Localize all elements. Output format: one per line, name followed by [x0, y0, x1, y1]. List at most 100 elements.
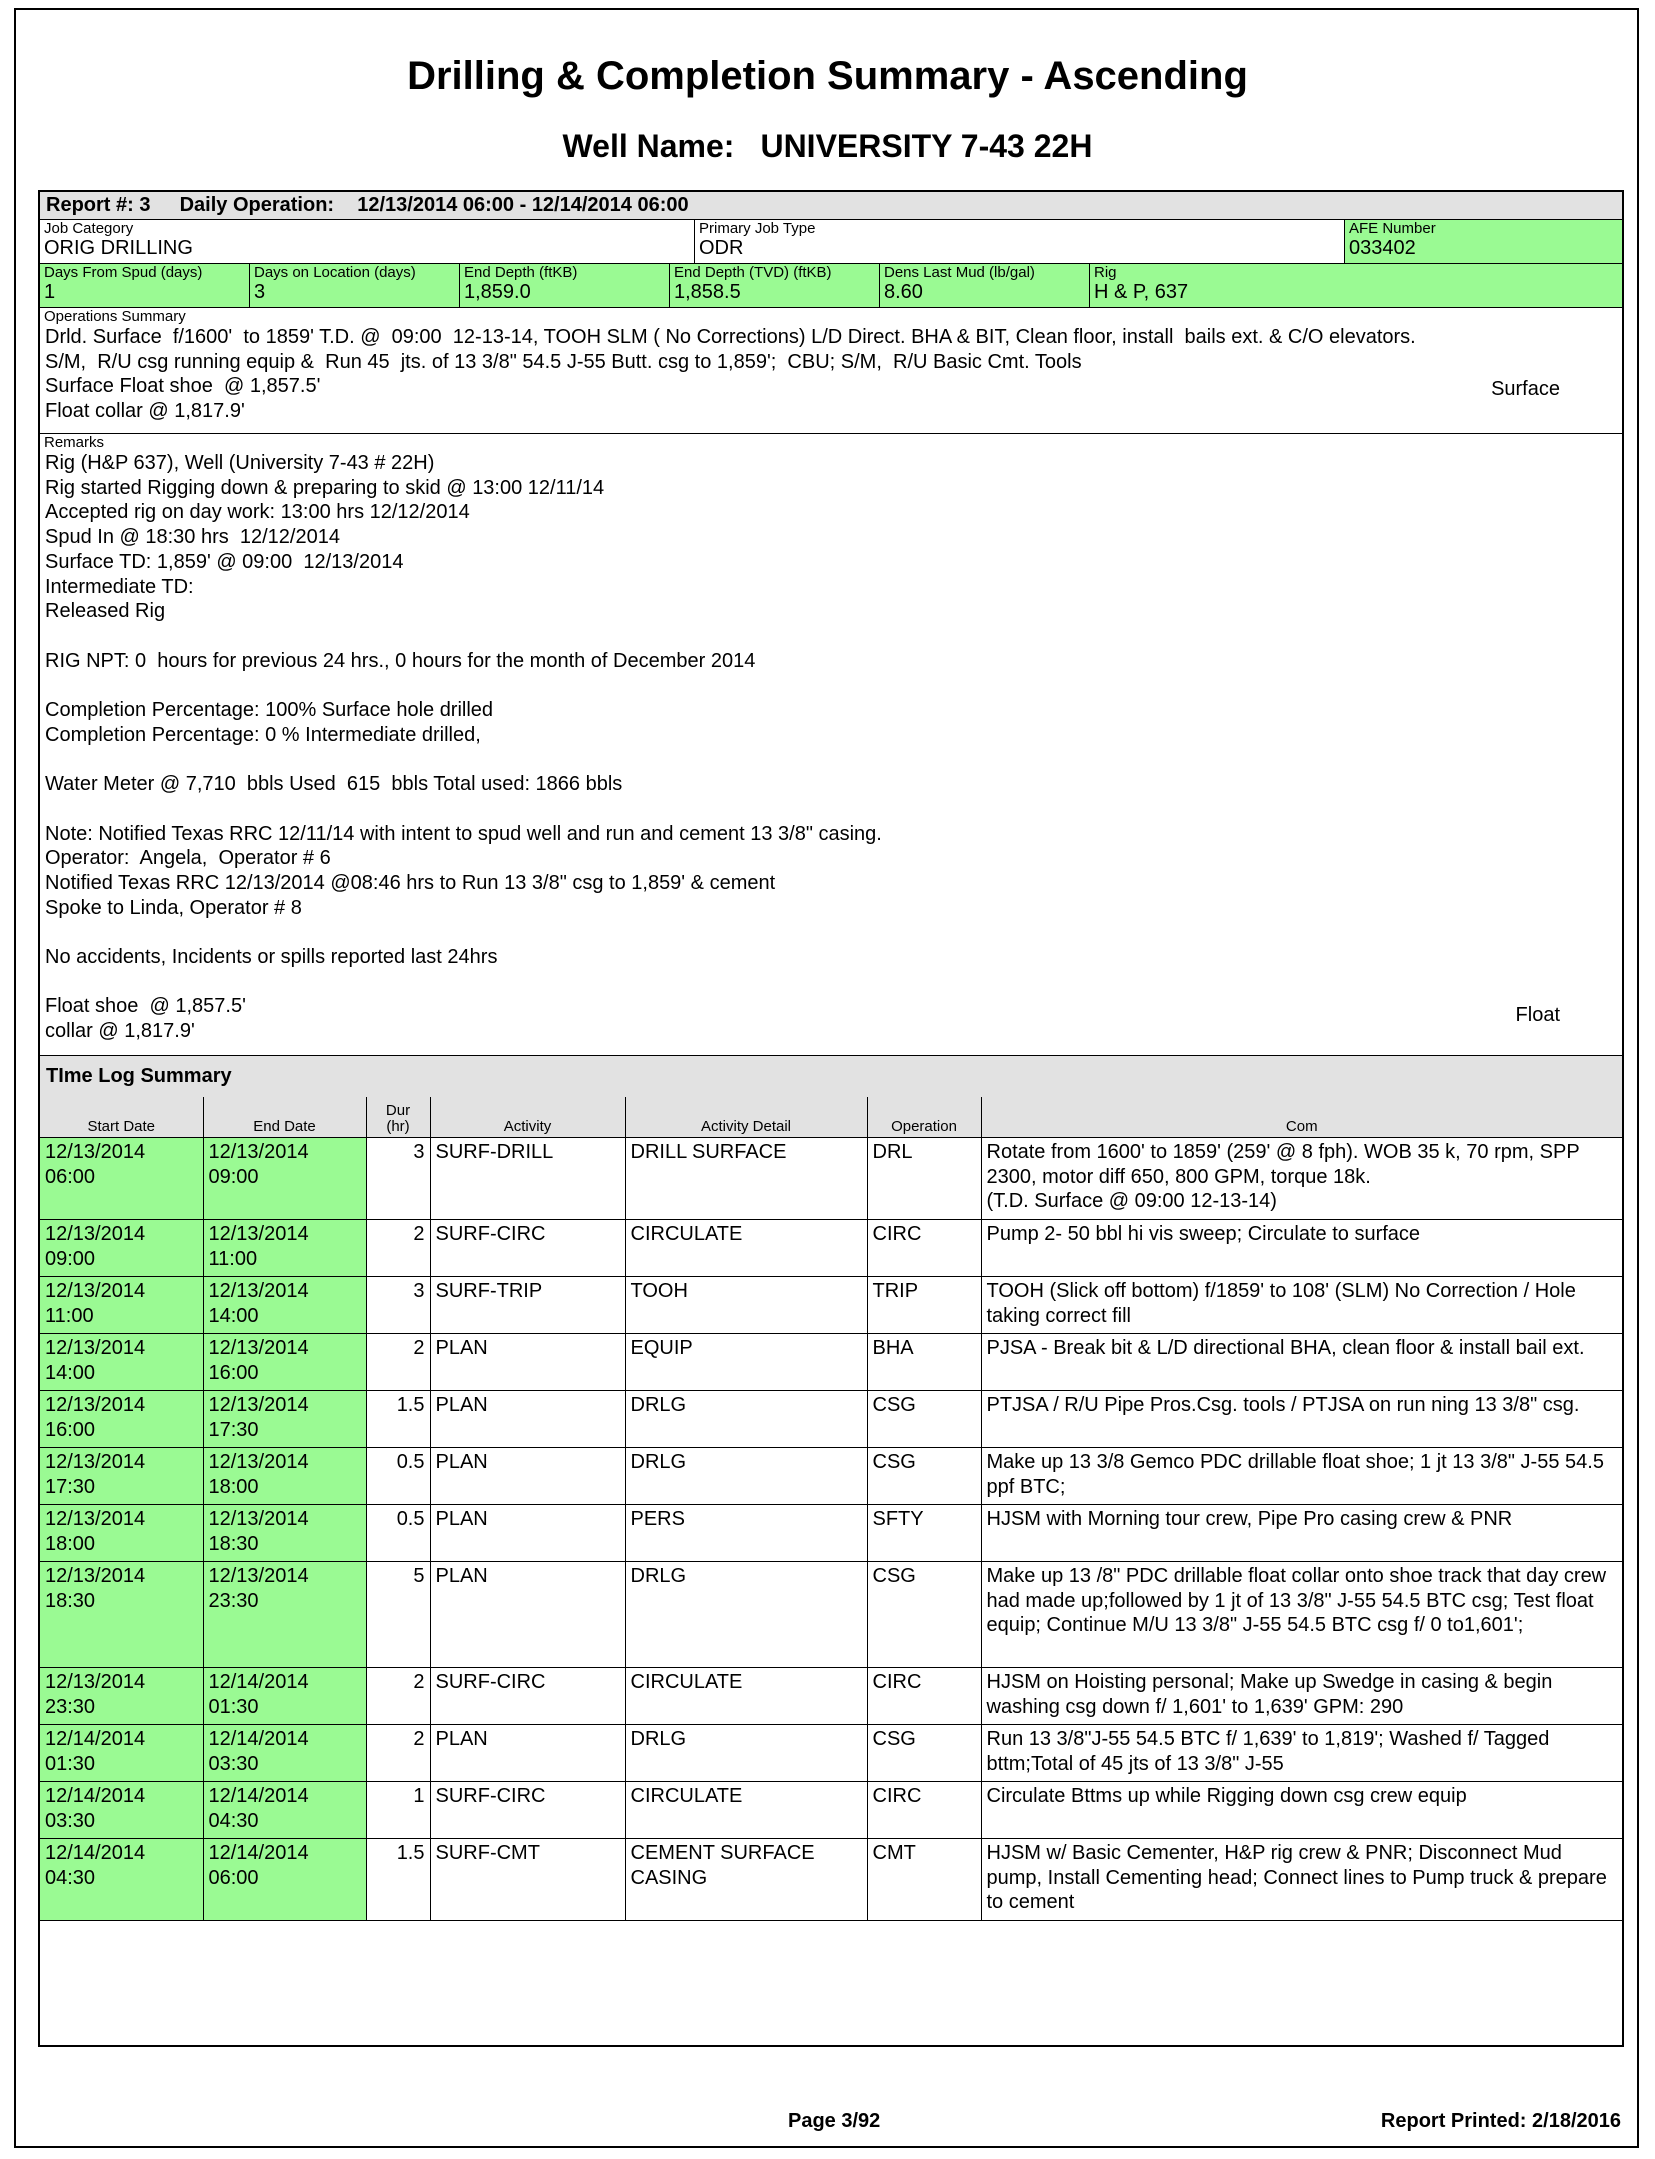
time-log-row: 12/14/2014 01:30 12/14/2014 03:30 2 PLAN DRL…	[40, 1724, 1622, 1782]
time-log-cell-comment: Pump 2- 50 bbl hi vis sweep; Circulate t…	[980, 1219, 1622, 1277]
time-log-cell-start-date: 12/13/2014 09:00	[40, 1219, 204, 1277]
time-log-row: 12/13/2014 09:00 12/13/2014 11:00 2 SURF-CI…	[40, 1219, 1622, 1277]
time-log-cell-end-date: 12/14/2014 06:00	[202, 1838, 367, 1921]
stats-row: Days From Spud (days) 1 Days on Location…	[40, 264, 1622, 308]
daily-operation-label: Daily Operation:	[179, 194, 335, 216]
time-log-cell-end-date: 12/13/2014 18:00	[202, 1447, 367, 1505]
end-depth-tvd-value: 1,858.5	[674, 281, 741, 303]
report-frame: Report #: 3 Daily Operation: 12/13/2014 …	[38, 190, 1624, 2047]
time-log-cell-activity-detail: TOOH	[624, 1276, 868, 1334]
col-activity: Activity	[429, 1097, 626, 1138]
primary-job-type-value: ODR	[699, 237, 744, 259]
afe-number-value: 033402	[1349, 237, 1416, 259]
time-log-cell-operation: CSG	[866, 1447, 982, 1505]
report-header: Report #: 3 Daily Operation: 12/13/2014 …	[40, 192, 1622, 220]
remarks-label: Remarks	[44, 434, 105, 451]
time-log-cell-end-date: 12/14/2014 01:30	[202, 1667, 367, 1725]
time-log-cell-start-date: 12/13/2014 06:00	[40, 1137, 204, 1220]
time-log-cell-comment: Make up 13 /8" PDC drillable float colla…	[980, 1561, 1622, 1668]
time-log-cell-start-date: 12/13/2014 11:00	[40, 1276, 204, 1334]
time-log-cell-start-date: 12/13/2014 18:30	[40, 1561, 204, 1668]
col-operation: Operation	[866, 1097, 982, 1138]
time-log-cell-duration: 2	[365, 1333, 431, 1391]
time-log-header-row: Start Date End Date Dur (hr) Activity Ac…	[40, 1097, 1622, 1138]
dens-last-mud-cell: Dens Last Mud (lb/gal) 8.60	[880, 264, 1090, 307]
time-log-cell-duration: 3	[365, 1137, 431, 1220]
report-printed: Report Printed: 2/18/2016	[1380, 2110, 1621, 2132]
time-log-cell-activity: PLAN	[429, 1561, 626, 1668]
daily-end: 12/14/2014 06:00	[531, 194, 689, 216]
time-log-cell-duration: 1.5	[365, 1390, 431, 1448]
time-log-title-bar: TIme Log Summary	[40, 1056, 1622, 1097]
time-log-cell-comment: Circulate Bttms up while Rigging down cs…	[980, 1781, 1622, 1839]
time-log-cell-activity-detail: CIRCULATE	[624, 1781, 868, 1839]
time-log-cell-operation: DRL	[866, 1137, 982, 1220]
time-log-cell-end-date: 12/13/2014 18:30	[202, 1504, 367, 1562]
job-category-value: ORIG DRILLING	[44, 237, 193, 259]
end-depth-tvd-cell: End Depth (TVD) (ftKB) 1,858.5	[670, 264, 880, 307]
end-depth-label: End Depth (ftKB)	[464, 264, 578, 281]
time-log-body: 12/13/2014 06:00 12/13/2014 09:00 3 SURF-DR…	[40, 1137, 1622, 1921]
col-start-date: Start Date	[40, 1097, 204, 1138]
time-log-cell-activity-detail: CIRCULATE	[624, 1219, 868, 1277]
days-on-location-value: 3	[254, 281, 266, 303]
time-log-cell-activity-detail: DRLG	[624, 1724, 868, 1782]
time-log-cell-comment: Make up 13 3/8 Gemco PDC drillable float…	[980, 1447, 1622, 1505]
time-log-row: 12/13/2014 14:00 12/13/2014 16:00 2 PLAN EQU…	[40, 1333, 1622, 1391]
time-log-cell-end-date: 12/13/2014 09:00	[202, 1137, 367, 1220]
dens-last-mud-value: 8.60	[884, 281, 923, 303]
time-log-cell-activity-detail: PERS	[624, 1504, 868, 1562]
time-log-cell-activity: SURF-TRIP	[429, 1276, 626, 1334]
daily-start: 12/13/2014 06:00	[357, 194, 515, 216]
remarks-text: Rig (H&P 637), Well (University 7-43 # 2…	[45, 452, 882, 1043]
time-log-cell-start-date: 12/14/2014 01:30	[40, 1724, 204, 1782]
time-log-row: 12/13/2014 18:30 12/13/2014 23:30 5 PLAN DRL…	[40, 1561, 1622, 1668]
time-log-cell-activity: PLAN	[429, 1390, 626, 1448]
primary-job-type-label: Primary Job Type	[699, 220, 816, 237]
time-log-row: 12/13/2014 06:00 12/13/2014 09:00 3 SURF-DR…	[40, 1137, 1622, 1220]
days-on-location-label: Days on Location (days)	[254, 264, 416, 281]
time-log-cell-end-date: 12/13/2014 14:00	[202, 1276, 367, 1334]
time-log-cell-start-date: 12/14/2014 04:30	[40, 1838, 204, 1921]
time-log-cell-end-date: 12/13/2014 23:30	[202, 1561, 367, 1668]
time-log-cell-activity-detail: DRLG	[624, 1390, 868, 1448]
time-log-cell-activity: SURF-CMT	[429, 1838, 626, 1921]
time-log-cell-operation: CSG	[866, 1724, 982, 1782]
time-log-cell-duration: 5	[365, 1561, 431, 1668]
time-log-cell-duration: 2	[365, 1219, 431, 1277]
time-log-cell-comment: HJSM w/ Basic Cementer, H&P rig crew & P…	[980, 1838, 1622, 1921]
time-log-cell-activity-detail: CEMENT SURFACE CASING	[624, 1838, 868, 1921]
time-log-cell-activity-detail: DRILL SURFACE	[624, 1137, 868, 1220]
time-log-cell-comment: HJSM on Hoisting personal; Make up Swedg…	[980, 1667, 1622, 1725]
time-log-cell-operation: CIRC	[866, 1667, 982, 1725]
time-log-cell-operation: CSG	[866, 1390, 982, 1448]
time-log-cell-activity: SURF-CIRC	[429, 1219, 626, 1277]
time-log-cell-activity: SURF-CIRC	[429, 1667, 626, 1725]
time-log-cell-operation: BHA	[866, 1333, 982, 1391]
operations-summary: Operations Summary Drld. Surface f/1600'…	[40, 308, 1622, 434]
time-log-cell-start-date: 12/13/2014 18:00	[40, 1504, 204, 1562]
col-end-date: End Date	[202, 1097, 367, 1138]
operations-summary-text: Drld. Surface f/1600' to 1859' T.D. @ 09…	[45, 326, 1416, 423]
report-number-label: Report #:	[46, 194, 134, 216]
afe-number-cell: AFE Number 033402	[1345, 220, 1622, 263]
days-on-location-cell: Days on Location (days) 3	[250, 264, 460, 307]
time-log-cell-activity: PLAN	[429, 1724, 626, 1782]
time-log-row: 12/13/2014 16:00 12/13/2014 17:30 1.5 PLAN D…	[40, 1390, 1622, 1448]
time-log-cell-duration: 1.5	[365, 1838, 431, 1921]
days-from-spud-label: Days From Spud (days)	[44, 264, 203, 281]
rig-value: H & P, 637	[1094, 281, 1189, 303]
rig-cell: Rig H & P, 637	[1090, 264, 1622, 307]
time-log-cell-start-date: 12/13/2014 14:00	[40, 1333, 204, 1391]
time-log-cell-activity-detail: DRLG	[624, 1447, 868, 1505]
time-log-cell-operation: CIRC	[866, 1781, 982, 1839]
time-log-cell-operation: CMT	[866, 1838, 982, 1921]
time-log-cell-start-date: 12/13/2014 16:00	[40, 1390, 204, 1448]
page-number: Page 3/92	[788, 2110, 881, 2132]
job-category-label: Job Category	[44, 220, 134, 237]
time-log-row: 12/14/2014 04:30 12/14/2014 06:00 1.5 SURF-…	[40, 1838, 1622, 1921]
end-depth-tvd-label: End Depth (TVD) (ftKB)	[674, 264, 832, 281]
well-name-value: UNIVERSITY 7-43 22H	[760, 128, 1093, 164]
remarks: Remarks Rig (H&P 637), Well (University …	[40, 434, 1622, 1056]
time-log-cell-activity: SURF-CIRC	[429, 1781, 626, 1839]
